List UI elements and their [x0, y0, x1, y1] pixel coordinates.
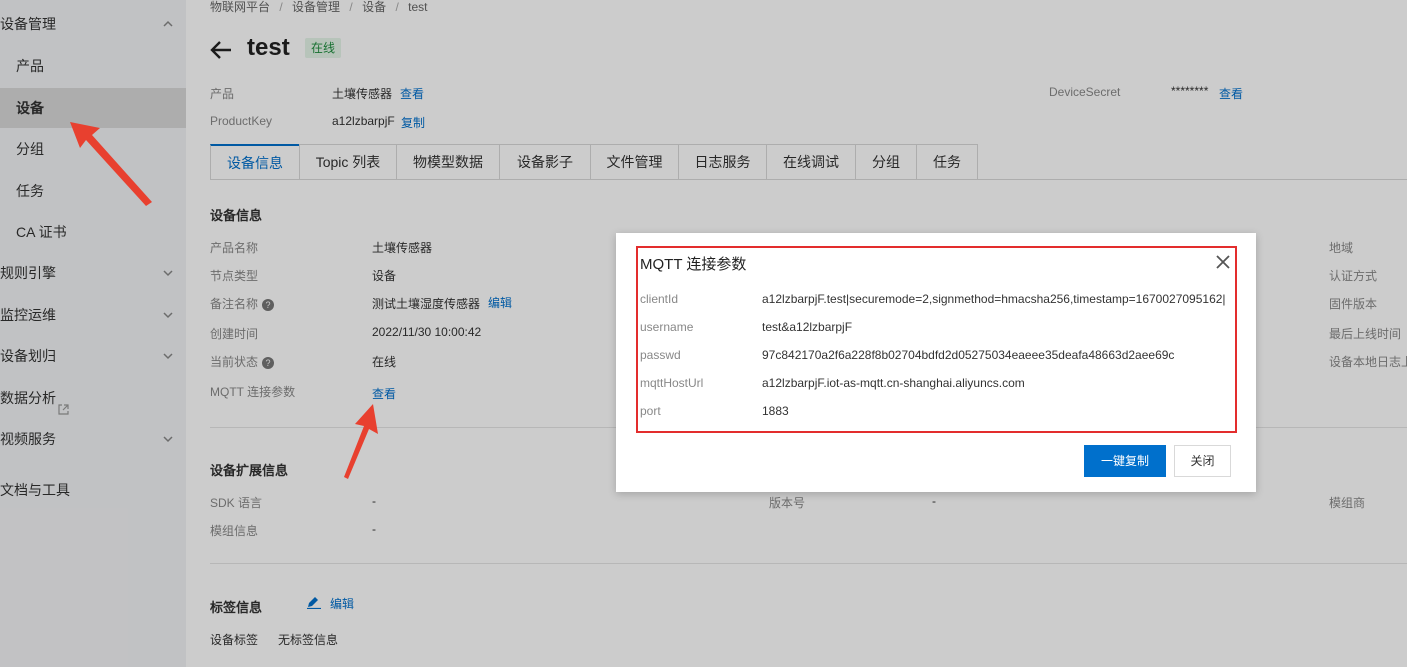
param-value: test&a12lzbarpjF [762, 320, 853, 334]
param-key: mqttHostUrl [640, 376, 704, 390]
annotation-arrow [344, 404, 378, 479]
annotation-arrow [70, 122, 152, 206]
param-key: passwd [640, 348, 681, 362]
mqtt-params-dialog: MQTT 连接参数 clientId a12lzbarpjF.test|secu… [616, 233, 1256, 492]
param-value: 1883 [762, 404, 789, 418]
param-key: port [640, 404, 661, 418]
param-key: clientId [640, 292, 679, 306]
close-button[interactable]: 关闭 [1174, 445, 1231, 477]
param-value: a12lzbarpjF.iot-as-mqtt.cn-shanghai.aliy… [762, 376, 1025, 390]
copy-all-button[interactable]: 一键复制 [1084, 445, 1166, 477]
param-value: 97c842170a2f6a228f8b02704bdfd2d05275034e… [762, 348, 1175, 362]
param-key: username [640, 320, 694, 334]
highlight-box [636, 246, 1237, 433]
param-value: a12lzbarpjF.test|securemode=2,signmethod… [762, 292, 1226, 306]
